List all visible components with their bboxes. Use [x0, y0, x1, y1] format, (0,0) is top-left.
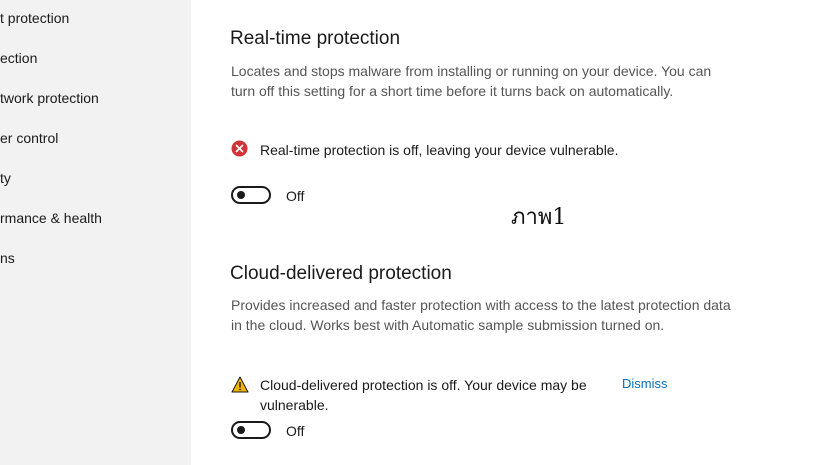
realtime-protection-title: Real-time protection [230, 28, 401, 49]
dismiss-link[interactable]: Dismiss [622, 376, 668, 391]
cloud-status-text-line2: vulnerable. [260, 397, 329, 413]
sidebar-item-label: t protection [0, 10, 70, 26]
cloud-protection-title: Cloud-delivered protection [230, 263, 452, 284]
sidebar: t protection ection twork protection er … [0, 0, 191, 465]
realtime-status-row: Real-time protection is off, leaving you… [231, 140, 751, 162]
sidebar-item-label: twork protection [0, 90, 99, 106]
main-content: Real-time protection Locates and stops m… [191, 0, 819, 465]
realtime-toggle-row: Off [231, 186, 331, 208]
error-icon [231, 140, 249, 158]
sidebar-item-browser-control[interactable]: er control [0, 126, 191, 150]
sidebar-item-label: ection [0, 50, 38, 66]
overlay-caption: ภาพ1 [511, 205, 567, 230]
sidebar-item-firewall-protection[interactable]: ection [0, 46, 191, 70]
sidebar-item-label: rmance & health [0, 210, 102, 226]
sidebar-item-network-protection[interactable]: twork protection [0, 86, 191, 110]
sidebar-item-performance-health[interactable]: rmance & health [0, 206, 191, 230]
realtime-status-text: Real-time protection is off, leaving you… [260, 142, 619, 158]
sidebar-item-family-options[interactable]: ns [0, 246, 191, 270]
toggle-knob [237, 191, 245, 199]
cloud-toggle-label: Off [286, 423, 305, 439]
sidebar-item-account-protection[interactable]: t protection [0, 6, 191, 30]
realtime-protection-description: Locates and stops malware from installin… [231, 63, 712, 99]
cloud-toggle-row: Off [231, 421, 331, 443]
cloud-status-text-line1: Cloud-delivered protection is off. Your … [260, 377, 587, 393]
cloud-protection-toggle[interactable] [231, 421, 271, 439]
sidebar-item-device-security[interactable]: ty [0, 166, 191, 190]
sidebar-item-label: ns [0, 250, 15, 266]
toggle-knob [237, 426, 245, 434]
realtime-protection-toggle[interactable] [231, 186, 271, 204]
cloud-status-row: Cloud-delivered protection is off. Your … [231, 375, 751, 419]
sidebar-item-label: ty [0, 170, 11, 186]
sidebar-item-label: er control [0, 130, 59, 146]
warning-icon [231, 376, 249, 394]
cloud-protection-description: Provides increased and faster protection… [231, 297, 731, 333]
realtime-toggle-label: Off [286, 188, 305, 204]
